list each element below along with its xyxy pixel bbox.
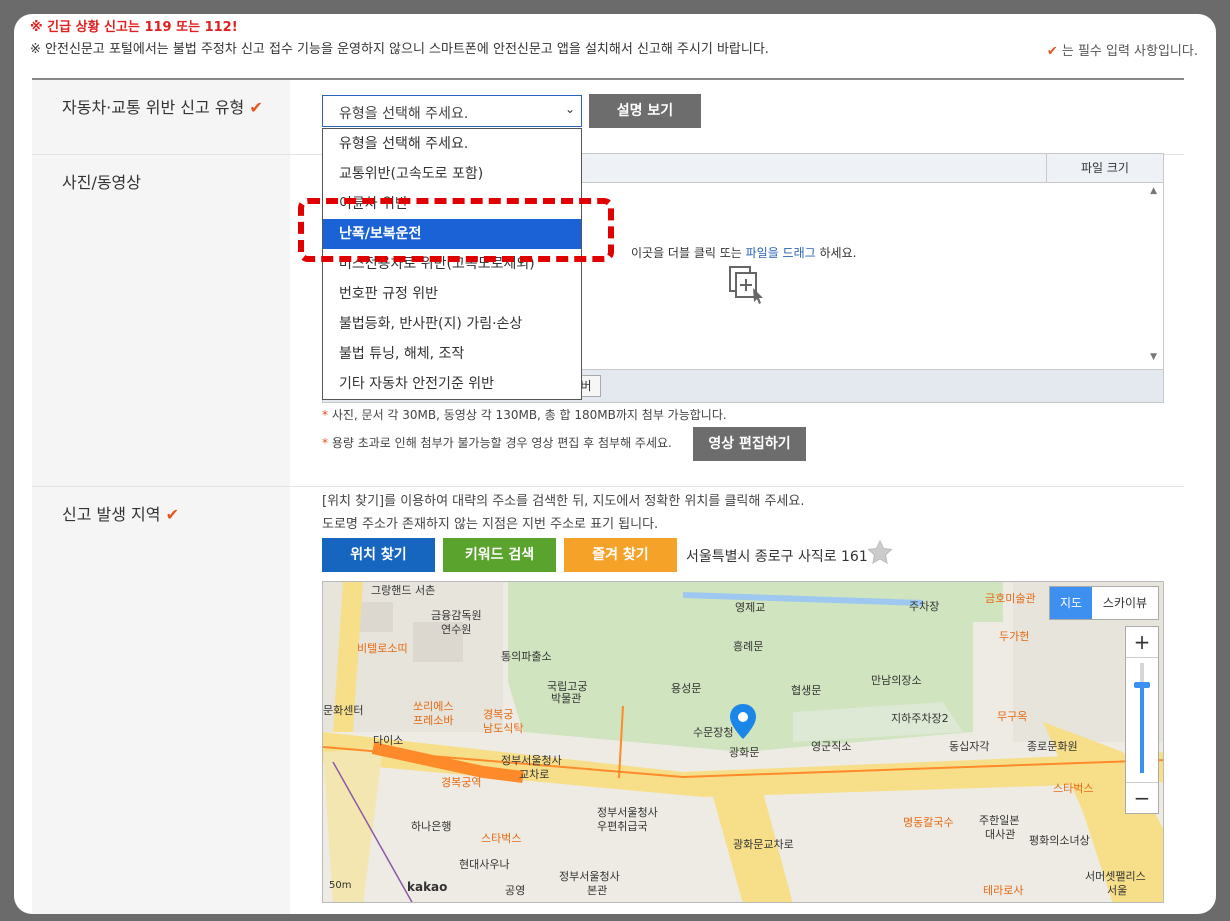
media-label: 사진/동영상 [62, 173, 141, 192]
dropdown-option[interactable]: 유형을 선택해 주세요. [323, 129, 581, 159]
explain-button[interactable]: 설명 보기 [589, 94, 701, 128]
map-label: 박물관 [551, 692, 582, 705]
file-add-icon [727, 264, 767, 312]
map-label: 그랑핸드 서촌 [371, 584, 436, 597]
map-label: 서울 [1107, 884, 1128, 897]
dropdown-option[interactable]: 불법등화, 반사판(지) 가림·손상 [323, 309, 581, 339]
file-size-header: 파일 크기 [1046, 154, 1163, 182]
map-label: 다이소 [373, 734, 404, 747]
location-label: 신고 발생 지역 [62, 505, 161, 524]
find-location-button[interactable]: 위치 찾기 [322, 538, 435, 572]
location-row-label-cell: 신고 발생 지역 ✔ [32, 487, 290, 914]
favorites-button[interactable]: 즐겨 찾기 [564, 538, 677, 572]
scroll-up-icon[interactable]: ▲ [1150, 186, 1157, 196]
map-mode-button[interactable]: 지도 [1050, 587, 1092, 619]
required-notice: ✔ 는 필수 입력 사항입니다. [1047, 40, 1198, 59]
report-form-page: ※ 긴급 상황 신고는 119 또는 112! ※ 안전신문고 포털에서는 불법… [14, 14, 1216, 914]
map-label: 프레소바 [413, 714, 454, 727]
map-type-toggle: 지도 스카이뷰 [1049, 586, 1159, 620]
zoom-slider-fill [1140, 685, 1144, 773]
media-row-label-cell: 사진/동영상 [32, 155, 290, 486]
selected-address: 서울특별시 종로구 사직로 161 [686, 549, 868, 565]
keyword-search-button[interactable]: 키워드 검색 [443, 538, 556, 572]
highlight-annotation-box [298, 198, 614, 262]
map-label: 광화문 [729, 746, 760, 759]
type-label: 자동차·교통 위반 신고 유형 [62, 98, 245, 117]
map-label: 영제교 [735, 601, 766, 614]
kakao-logo: kakao [407, 880, 448, 894]
dropzone-hint: 이곳을 더블 클릭 또는 파일을 드래그 하세요. [631, 246, 857, 260]
map-label: 지하주차장2 [891, 712, 949, 725]
zoom-out-button[interactable]: − [1126, 782, 1158, 813]
map-label: 무구옥 [997, 710, 1028, 723]
location-help-1: [위치 찾기]를 이용하여 대략의 주소를 검색한 뒤, 지도에서 정확한 위치… [322, 494, 805, 509]
map-label: 금호미술관 [985, 592, 1036, 605]
map-label: 스타벅스 [481, 832, 522, 845]
zoom-in-button[interactable]: + [1126, 627, 1158, 658]
zoom-slider[interactable] [1134, 663, 1150, 773]
location-map[interactable]: 그랑핸드 서촌 금융감독원 연수원 영제교 주차장 금호미술관 흥례문 두가헌 … [322, 581, 1164, 903]
map-scale: 50m [329, 880, 352, 891]
skyview-mode-button[interactable]: 스카이뷰 [1092, 587, 1158, 619]
map-label: 두가헌 [999, 630, 1030, 643]
map-label: 만남의장소 [871, 674, 922, 687]
urgent-notice: ※ 긴급 상황 신고는 119 또는 112! [30, 20, 238, 35]
map-label: 현대사우나 [459, 858, 510, 871]
map-label: 주차장 [909, 600, 940, 613]
location-help-2: 도로명 주소가 존재하지 않는 지점은 지번 주소로 표기 됩니다. [322, 517, 659, 532]
app-install-notice: ※ 안전신문고 포털에서는 불법 주정차 신고 접수 기능을 운영하지 않으니 … [30, 42, 769, 57]
zoom-control: + − [1125, 626, 1159, 814]
map-label: 우편취급국 [597, 820, 648, 833]
map-label: 용성문 [671, 682, 702, 695]
type-required-check-icon: ✔ [249, 98, 263, 117]
map-label: 명동칼국수 [903, 816, 954, 829]
map-label: 하나은행 [411, 820, 452, 833]
chevron-down-icon: ⌄ [564, 102, 575, 116]
map-label: 광화문교차로 [733, 838, 794, 851]
map-label: 종로문화원 [1027, 740, 1078, 753]
video-edit-button[interactable]: 영상 편집하기 [693, 427, 806, 461]
map-label: 평화의소녀상 [1029, 834, 1090, 847]
map-label: 경복궁역 [441, 776, 482, 789]
violation-type-dropdown: 유형을 선택해 주세요. 교통위반(고속도로 포함) 이륜차 위반 난폭/보복운전 버스… [322, 128, 582, 400]
dropdown-option[interactable]: 불법 튜닝, 해체, 조작 [323, 339, 581, 369]
zoom-slider-thumb[interactable] [1134, 682, 1150, 688]
violation-type-select[interactable]: 유형을 선택해 주세요. ⌄ [322, 95, 582, 127]
map-label: 협생문 [791, 684, 822, 697]
edit-note: * 용량 초과로 인해 첨부가 불가능할 경우 영상 편집 후 첨부해 주세요. [322, 436, 672, 450]
dropdown-option[interactable]: 교통위반(고속도로 포함) [323, 159, 581, 189]
map-label: 문화센터 [323, 704, 364, 717]
map-label: 대사관 [985, 828, 1016, 841]
map-label: 공영 [505, 884, 526, 897]
map-label: 영군직소 [811, 740, 852, 753]
map-label: 연수원 [441, 623, 472, 636]
map-label: 흥례문 [733, 640, 764, 653]
map-label: 수문장청 [693, 726, 734, 739]
map-label: 통의파출소 [501, 650, 552, 663]
violation-type-select-value: 유형을 선택해 주세요. [339, 106, 469, 122]
map-label: 교차로 [519, 768, 550, 781]
required-notice-text: 는 필수 입력 사항입니다. [1061, 44, 1198, 59]
map-label: 스타벅스 [1053, 782, 1094, 795]
size-note: * 사진, 문서 각 30MB, 동영상 각 130MB, 총 합 180MB까… [322, 408, 727, 422]
dropdown-option[interactable]: 번호판 규정 위반 [323, 279, 581, 309]
scroll-down-icon[interactable]: ▼ [1150, 352, 1157, 362]
required-check-icon: ✔ [1046, 44, 1058, 59]
favorite-star-icon[interactable] [866, 539, 894, 571]
map-label: 남도식탁 [483, 722, 524, 735]
dropdown-option[interactable]: 기타 자동차 안전기준 위반 [323, 369, 581, 399]
map-label: 동십자각 [949, 740, 990, 753]
map-label: 본관 [587, 884, 608, 897]
map-label: 테라로사 [983, 884, 1024, 897]
type-row-label-cell: 자동차·교통 위반 신고 유형 ✔ [32, 80, 290, 154]
location-required-check-icon: ✔ [165, 505, 179, 524]
map-label: 비텔로소띠 [357, 642, 408, 655]
